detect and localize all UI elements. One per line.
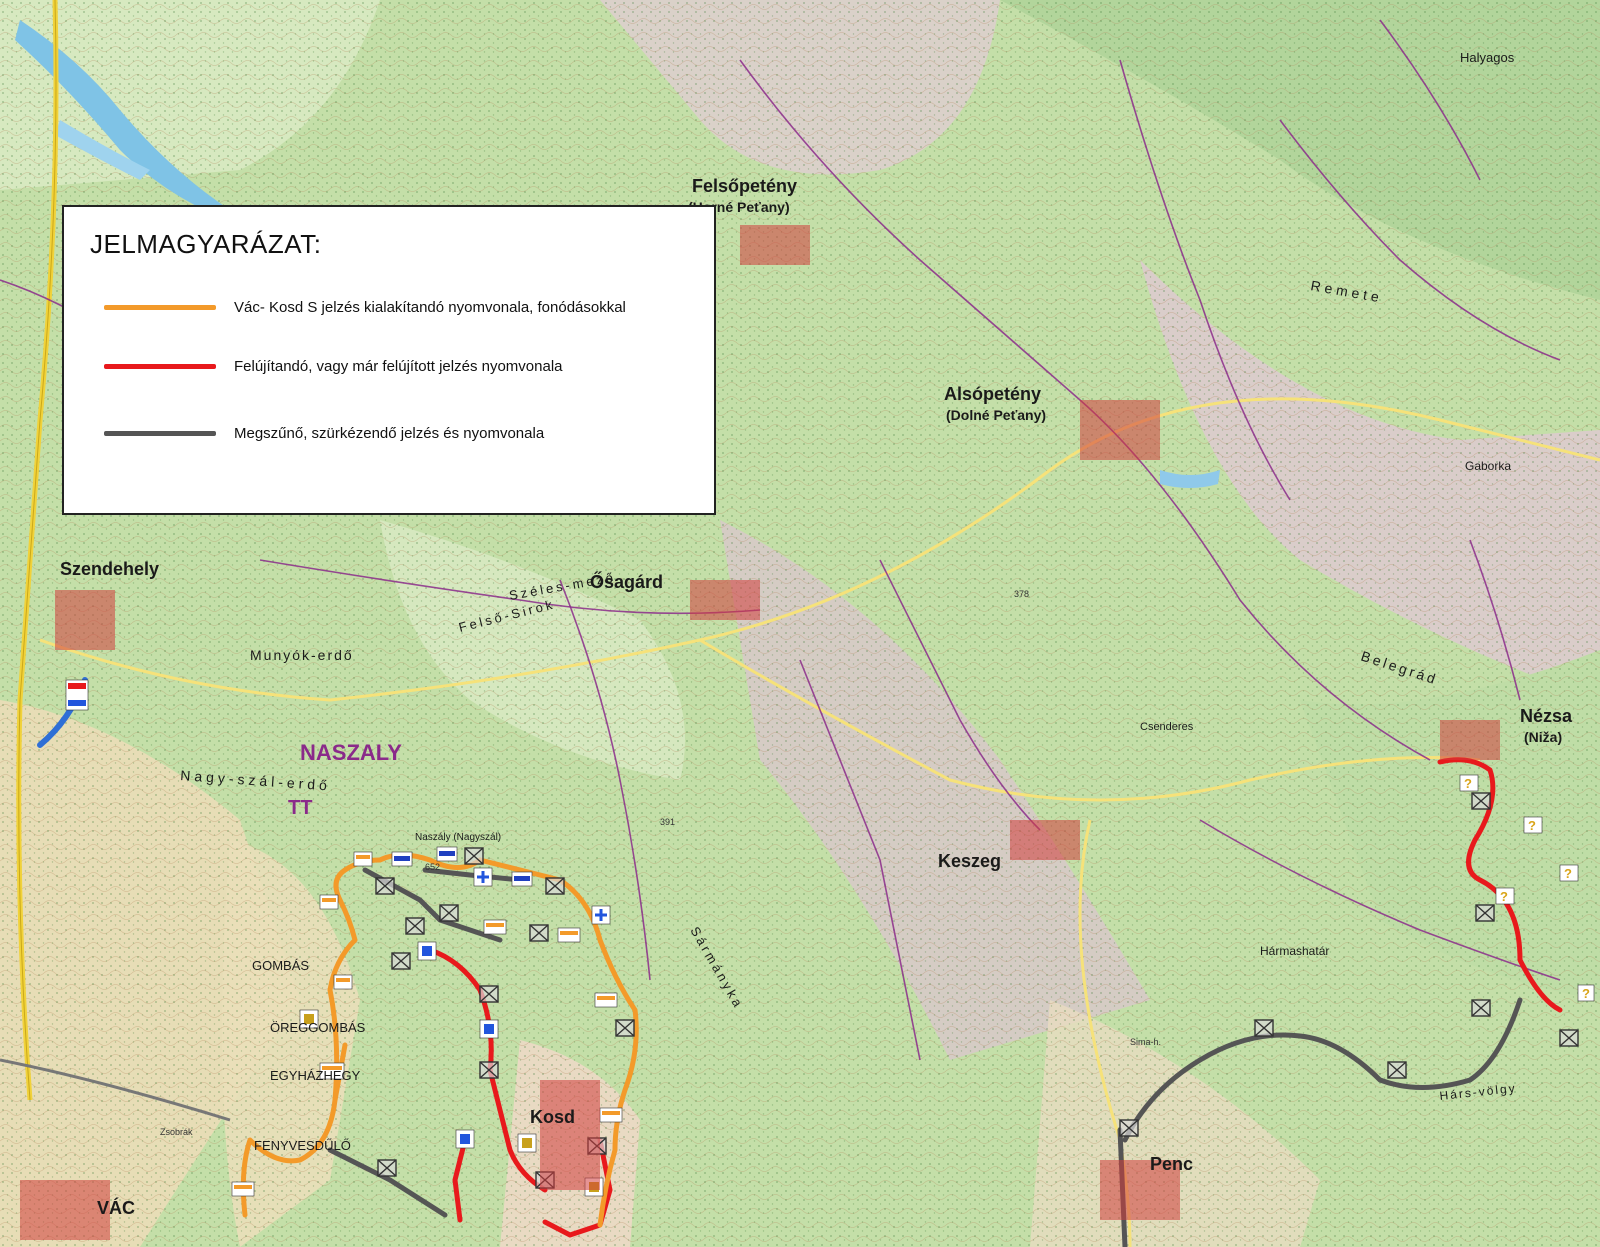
label-felsopeteny: Felsőpetény: [692, 176, 797, 196]
legend-swatch-red: [104, 363, 216, 369]
legend-title: JELMAGYARÁZAT:: [90, 229, 322, 259]
legend-label-orange: Vác- Kosd S jelzés kialakítandó nyomvona…: [234, 298, 626, 316]
svg-text:?: ?: [1564, 866, 1572, 881]
label-szendehely: Szendehely: [60, 559, 159, 579]
label-sima-h: Sima-h.: [1130, 1037, 1161, 1047]
label-peak-378: 378: [1014, 589, 1029, 599]
label-munyok-erdo: Munyók-erdő: [250, 647, 354, 663]
legend-item-grey: Megszűnő, szürkézendő jelzés és nyomvona…: [104, 421, 544, 445]
label-alsopeteny-sk: (Dolné Peťany): [946, 407, 1046, 423]
legend-item-red: Felújítandó, vagy már felújított jelzés …: [104, 354, 563, 378]
label-peak-652: 652: [425, 862, 440, 872]
label-fenyvesdulo: FENYVESDŰLŐ: [254, 1138, 351, 1153]
legend-swatch-orange: [104, 304, 216, 310]
label-kosd: Kosd: [530, 1107, 575, 1127]
label-peak-391: 391: [660, 817, 675, 827]
label-naszaly: NASZALY: [300, 740, 402, 765]
topographic-map: ????? Szendehely Ősagárd Felsőpetény (Ho…: [0, 0, 1600, 1247]
label-harmashatar: Hármashatár: [1260, 944, 1329, 958]
legend-swatch-grey: [104, 430, 216, 436]
map-legend: JELMAGYARÁZAT: Vác- Kosd S jelzés kialak…: [62, 205, 716, 515]
label-oreggombas: ÖREGGOMBÁS: [270, 1020, 366, 1035]
legend-label-red: Felújítandó, vagy már felújított jelzés …: [234, 357, 563, 375]
label-nezsa-sk: (Niža): [1524, 729, 1562, 745]
label-naszaly-peak: Naszály (Nagyszál): [415, 832, 501, 843]
legend-item-orange: Vác- Kosd S jelzés kialakítandó nyomvona…: [104, 295, 626, 319]
svg-text:?: ?: [1528, 818, 1536, 833]
label-alsopeteny: Alsópetény: [944, 384, 1041, 404]
label-halyagos: Halyagos: [1460, 50, 1515, 65]
label-gaborka: Gaborka: [1465, 459, 1511, 473]
label-keszeg: Keszeg: [938, 851, 1001, 871]
label-tt: TT: [288, 797, 312, 819]
label-vac: VÁC: [97, 1197, 135, 1218]
svg-text:?: ?: [1464, 776, 1472, 791]
label-csenderes: Csenderes: [1140, 721, 1194, 733]
svg-text:?: ?: [1582, 986, 1590, 1001]
label-penc: Penc: [1150, 1154, 1193, 1174]
legend-label-grey: Megszűnő, szürkézendő jelzés és nyomvona…: [234, 424, 545, 442]
label-egyhazhegy: EGYHÁZHEGY: [270, 1068, 361, 1083]
svg-text:?: ?: [1500, 889, 1508, 904]
label-nezsa: Nézsa: [1520, 706, 1573, 726]
label-zsobrak: Zsobrák: [160, 1127, 193, 1137]
label-gombas: GOMBÁS: [252, 958, 309, 973]
